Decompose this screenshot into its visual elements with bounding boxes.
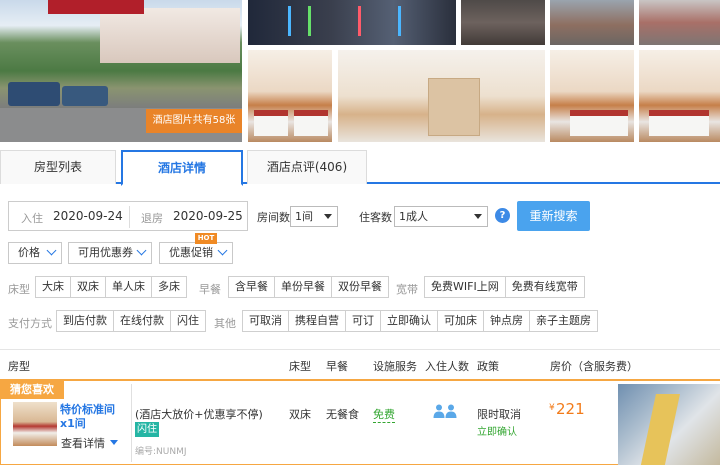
room-breakfast: 无餐食 (326, 408, 359, 421)
date-picker[interactable]: 入住 2020-09-24 退房 2020-09-25 (8, 201, 248, 231)
room-thumbnail[interactable] (13, 402, 57, 446)
payment-filter-label: 支付方式 (8, 317, 52, 330)
bed-filter-label: 床型 (8, 283, 30, 296)
facade-photo[interactable] (550, 0, 634, 45)
caret-down-icon (110, 440, 118, 445)
hotel-exterior-photo[interactable]: 酒店图片共有58张 (0, 0, 242, 142)
two-guests-icon (433, 404, 457, 418)
caret-down-icon (324, 214, 332, 219)
header-price: 房价（含服务费） (550, 360, 638, 373)
room-table-header: 房型 床型 早餐 设施服务 入住人数 政策 房价（含服务费） (0, 349, 720, 379)
entrance-photo[interactable] (461, 0, 545, 45)
rooms-label: 房间数 (257, 211, 290, 224)
guests-select[interactable]: 1成人 (394, 206, 488, 227)
photo-gallery: 酒店图片共有58张 (0, 0, 720, 142)
free-facility-link[interactable]: 免费 (373, 406, 395, 423)
hotel-detail-page: 酒店图片共有58张 房型列表 酒店详情 酒店点评(406) 入住 2020-09… (0, 0, 720, 465)
filter-chip[interactable]: 立即确认 (381, 311, 438, 331)
header-room-type: 房型 (8, 360, 30, 373)
checkin-date[interactable]: 2020-09-24 (53, 209, 123, 223)
rate-code: 编号:NUNMJ (135, 447, 187, 457)
filter-chip[interactable]: 单份早餐 (275, 277, 332, 297)
filter-chip[interactable]: 到店付款 (57, 311, 114, 331)
chevron-down-icon (46, 245, 57, 256)
filter-chip[interactable]: 双份早餐 (332, 277, 388, 297)
filter-chip[interactable]: 免费有线宽带 (505, 277, 584, 297)
chevron-down-icon (136, 245, 147, 256)
room-photo-1[interactable] (248, 50, 332, 142)
photo-count-badge[interactable]: 酒店图片共有58张 (146, 109, 242, 133)
checkin-label: 入住 (21, 212, 43, 225)
price-dropdown[interactable]: 价格 (8, 242, 62, 264)
tab-room-list[interactable]: 房型列表 (0, 150, 116, 184)
header-policy: 政策 (477, 360, 499, 373)
chevron-down-icon (217, 245, 228, 256)
filter-chip[interactable]: 多床 (152, 277, 186, 297)
help-icon[interactable]: ? (495, 208, 510, 223)
tab-bar: 房型列表 酒店详情 酒店点评(406) (0, 150, 720, 186)
header-occupancy: 入住人数 (425, 360, 469, 373)
search-again-button[interactable]: 重新搜索 (517, 201, 590, 231)
guests-label: 住客数 (359, 211, 392, 224)
filter-chip[interactable]: 双床 (71, 277, 106, 297)
filter-chip[interactable]: 单人床 (106, 277, 152, 297)
filter-chip[interactable]: 免费WIFI上网 (425, 277, 506, 297)
breakfast-filter-group: 含早餐 单份早餐 双份早餐 (228, 276, 389, 298)
filter-chip[interactable]: 闪住 (171, 311, 205, 331)
room-photo-4[interactable] (639, 50, 720, 142)
lobby-photo[interactable] (248, 0, 456, 45)
checkout-date[interactable]: 2020-09-25 (173, 209, 243, 223)
filter-chip[interactable]: 可加床 (438, 311, 484, 331)
checkout-label: 退房 (141, 212, 163, 225)
filter-chip[interactable]: 携程自营 (289, 311, 346, 331)
tab-reviews[interactable]: 酒店点评(406) (247, 150, 367, 184)
filter-chip[interactable]: 亲子主题房 (530, 311, 597, 331)
other-filter-label: 其他 (214, 317, 236, 330)
currency-symbol: ¥ (549, 403, 555, 413)
broadband-filter-group: 免费WIFI上网 免费有线宽带 (424, 276, 585, 298)
rate-plan-name: (酒店大放价+优惠享不停) (135, 408, 263, 421)
filter-chip[interactable]: 可取消 (243, 311, 289, 331)
cancel-policy[interactable]: 限时取消 (477, 406, 521, 422)
filter-chip[interactable]: 可订 (346, 311, 381, 331)
recommended-tag: 猜您喜欢 (0, 381, 64, 399)
view-details-link[interactable]: 查看详情 (61, 435, 105, 451)
coupon-dropdown[interactable]: 可用优惠券 (68, 242, 152, 264)
street-photo[interactable] (639, 0, 720, 45)
header-breakfast: 早餐 (326, 360, 348, 373)
room-name-link[interactable]: 特价标准间x1间 (60, 403, 128, 431)
instant-confirm: 立即确认 (477, 427, 517, 438)
filter-chip[interactable]: 在线付款 (114, 311, 171, 331)
bed-filter-group: 大床 双床 单人床 多床 (35, 276, 187, 298)
broadband-filter-label: 宽带 (396, 283, 418, 296)
promotion-dropdown[interactable]: 优惠促销 (159, 242, 233, 264)
ad-image[interactable] (618, 384, 720, 465)
room-bed-type: 双床 (289, 408, 311, 421)
filter-chip[interactable]: 含早餐 (229, 277, 275, 297)
payment-filter-group: 到店付款 在线付款 闪住 (56, 310, 206, 332)
tab-hotel-details[interactable]: 酒店详情 (121, 150, 243, 186)
room-photo-3[interactable] (550, 50, 634, 142)
room-photo-2[interactable] (338, 50, 545, 142)
caret-down-icon (474, 214, 482, 219)
header-facilities: 设施服务 (373, 360, 417, 373)
hot-badge: HOT (195, 233, 217, 244)
other-filter-group: 可取消 携程自营 可订 立即确认 可加床 钟点房 亲子主题房 (242, 310, 598, 332)
header-bed: 床型 (289, 360, 311, 373)
flash-stay-tag: 闪住 (135, 422, 159, 437)
rooms-select[interactable]: 1间 (290, 206, 338, 227)
breakfast-filter-label: 早餐 (199, 283, 221, 296)
filter-chip[interactable]: 大床 (36, 277, 71, 297)
filter-chip[interactable]: 钟点房 (484, 311, 530, 331)
room-price: 221 (556, 400, 585, 418)
